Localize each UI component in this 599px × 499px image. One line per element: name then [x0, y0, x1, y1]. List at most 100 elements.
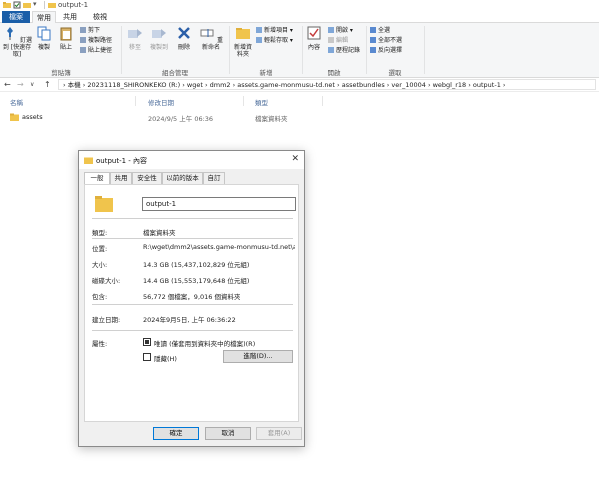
new-item-button[interactable]: 新增項目 ▾ — [256, 27, 293, 35]
new-item-icon — [256, 27, 262, 33]
rename-icon — [200, 29, 214, 37]
ok-button[interactable]: 確定 — [153, 427, 199, 440]
copy-to-icon — [152, 29, 166, 38]
tab-view[interactable]: 檢視 — [88, 11, 112, 23]
history-button[interactable]: 歷程記錄 — [328, 47, 360, 55]
folder-name-field[interactable]: output-1 — [142, 197, 296, 211]
general-panel: output-1 類型: 檔案資料夾 位置: R:\wget\dmm2\asse… — [84, 184, 299, 422]
hidden-checkbox[interactable] — [143, 353, 151, 361]
forward-arrow-icon[interactable]: → — [17, 80, 24, 89]
created-value: 2024年9月5日, 上午 06:36:22 — [143, 316, 236, 324]
folder-icon — [3, 2, 11, 8]
new-folder-button[interactable]: 新增資料夾 — [233, 25, 253, 58]
navigation-bar: ← → ∨ ↑ › 本機 › 20231118_SHIRONKEKO (R:) … — [0, 78, 599, 92]
hidden-label: 隱藏(H) — [154, 355, 177, 363]
copy-button[interactable]: 複製 — [35, 25, 53, 51]
copy-path-icon — [80, 37, 86, 43]
title-folder-icon — [48, 3, 56, 8]
easy-access-button[interactable]: 輕鬆存取 ▾ — [256, 37, 293, 45]
apply-button[interactable]: 套用(A) — [256, 427, 302, 440]
ribbon: 釘選到 [快速存取] 複製 貼上 剪下 複製路徑 貼上捷徑 剪貼簿 移至 複製到… — [0, 23, 599, 78]
paste-button[interactable]: 貼上 — [57, 25, 75, 51]
cancel-button[interactable]: 取消 — [205, 427, 251, 440]
select-none-icon — [370, 37, 376, 43]
readonly-checkbox[interactable] — [143, 338, 151, 346]
move-to-button[interactable]: 移至 — [125, 25, 145, 51]
invert-selection-icon — [370, 47, 376, 53]
file-name: assets — [22, 113, 43, 121]
move-to-icon — [128, 29, 142, 38]
address-bar[interactable]: › 本機 › 20231118_SHIRONKEKO (R:) › wget ›… — [58, 79, 596, 90]
dialog-title: output-1 - 內容 — [96, 157, 148, 165]
invert-selection-button[interactable]: 反向選擇 — [370, 47, 402, 55]
contains-value: 56,772 個檔案，9,016 個資料夾 — [143, 293, 241, 301]
close-icon[interactable]: ✕ — [291, 154, 299, 164]
tab-sharing[interactable]: 共用 — [110, 172, 132, 184]
readonly-label: 唯讀 (僅套用到資料夾中的檔案)(R) — [154, 340, 256, 348]
size-label: 大小: — [92, 261, 108, 269]
open-button[interactable]: 開啟 ▾ — [328, 27, 353, 35]
file-type: 檔案資料夾 — [255, 115, 288, 123]
group-label-open: 開啟 — [327, 69, 341, 77]
customize-quick-access-icon[interactable]: ▾ — [33, 0, 41, 8]
dialog-title-bar: output-1 - 內容 ✕ — [79, 151, 304, 169]
tab-file[interactable]: 檔案 — [2, 11, 30, 23]
disk-size-label: 磁碟大小: — [92, 277, 121, 285]
copy-icon — [37, 26, 51, 41]
contains-label: 包含: — [92, 293, 108, 301]
history-icon — [328, 47, 334, 53]
column-name[interactable]: 名稱 — [10, 97, 23, 107]
disk-size-value: 14.4 GB (15,553,179,648 位元組) — [143, 277, 250, 285]
tab-previous-versions[interactable]: 以前的版本 — [162, 172, 203, 184]
rename-button[interactable]: 重新命名 — [197, 25, 225, 51]
paste-shortcut-icon — [80, 47, 86, 53]
properties-quick-icon[interactable] — [13, 1, 21, 9]
delete-icon — [178, 27, 190, 39]
created-label: 建立日期: — [92, 316, 121, 324]
advanced-button[interactable]: 進階(D)... — [223, 350, 293, 363]
select-all-icon — [370, 27, 376, 33]
tab-security[interactable]: 安全性 — [132, 172, 162, 184]
back-arrow-icon[interactable]: ← — [4, 80, 11, 89]
delete-button[interactable]: 刪除 — [174, 25, 194, 51]
edit-button[interactable]: 編輯 — [328, 37, 348, 45]
size-value: 14.3 GB (15,437,102,829 位元組) — [143, 261, 250, 269]
pin-icon — [7, 27, 14, 40]
window-title: output-1 — [58, 1, 89, 9]
properties-icon — [307, 26, 321, 40]
column-headers: 名稱 修改日期 類型 — [0, 95, 599, 107]
new-folder-icon — [236, 28, 250, 39]
copy-path-button[interactable]: 複製路徑 — [80, 37, 112, 45]
group-label-select: 選取 — [388, 69, 402, 77]
cut-button[interactable]: 剪下 — [80, 27, 100, 35]
new-folder-quick-icon[interactable] — [23, 1, 31, 9]
column-type[interactable]: 類型 — [255, 97, 268, 107]
clipboard-icon — [60, 27, 72, 41]
list-item[interactable]: assets 2024/9/5 上午 06:36 檔案資料夾 — [0, 112, 599, 123]
title-bar: ▾ output-1 — [0, 0, 599, 11]
type-label: 類型: — [92, 229, 108, 237]
paste-shortcut-button[interactable]: 貼上捷徑 — [80, 47, 112, 55]
open-icon — [328, 27, 334, 33]
up-arrow-icon[interactable]: ↑ — [44, 80, 51, 89]
select-all-button[interactable]: 全選 — [370, 27, 390, 35]
folder-icon — [84, 157, 93, 164]
properties-dialog: output-1 - 內容 ✕ 一般 共用 安全性 以前的版本 自訂 outpu… — [78, 150, 305, 447]
properties-button[interactable]: 內容 — [305, 25, 323, 51]
copy-to-button[interactable]: 複製到 — [148, 25, 170, 51]
recent-locations-icon[interactable]: ∨ — [30, 81, 34, 88]
folder-icon — [10, 113, 19, 121]
tab-customize[interactable]: 自訂 — [203, 172, 225, 184]
file-modified: 2024/9/5 上午 06:36 — [148, 115, 214, 123]
select-none-button[interactable]: 全部不選 — [370, 37, 402, 45]
edit-icon — [328, 37, 334, 43]
easy-access-icon — [256, 37, 262, 43]
location-value: R:\wget\dmm2\assets.game-monmusu-td.net\… — [143, 243, 295, 251]
column-modified[interactable]: 修改日期 — [148, 97, 174, 107]
group-label-organize: 組合管理 — [162, 69, 188, 77]
location-label: 位置: — [92, 245, 108, 253]
scissors-icon — [80, 27, 86, 33]
tab-share[interactable]: 共用 — [58, 11, 82, 23]
pin-quick-access-button[interactable]: 釘選到 [快速存取] — [2, 25, 32, 58]
type-value: 檔案資料夾 — [143, 229, 176, 237]
